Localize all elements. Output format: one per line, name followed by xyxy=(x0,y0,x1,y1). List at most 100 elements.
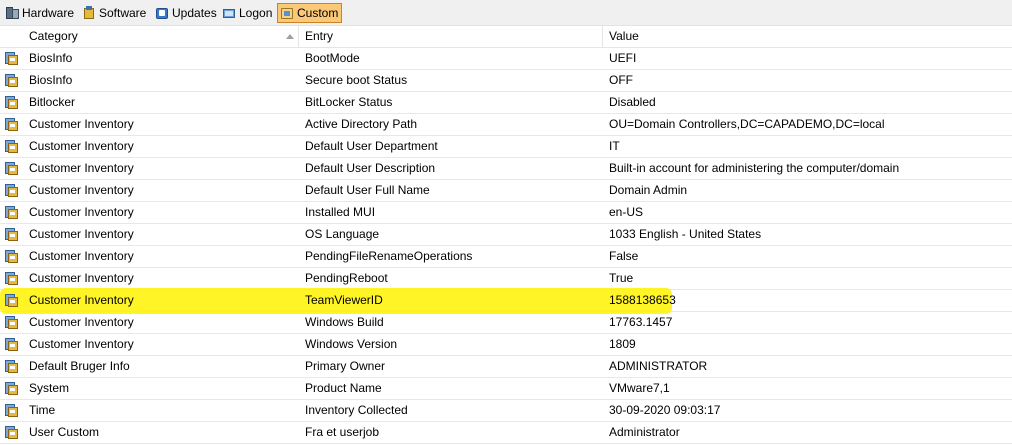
custom-inventory-icon xyxy=(4,51,19,66)
custom-inventory-icon xyxy=(4,95,19,110)
custom-inventory-icon xyxy=(4,315,19,330)
row-entry: BitLocker Status xyxy=(305,95,393,109)
column-header-entry-label: Entry xyxy=(305,29,334,43)
row-entry: Secure boot Status xyxy=(305,73,408,87)
custom-inventory-icon xyxy=(4,425,19,440)
table-row[interactable]: Customer Inventory Default User Full Name… xyxy=(0,180,1012,202)
row-value: OU=Domain Controllers,DC=CAPADEMO,DC=loc… xyxy=(609,117,885,131)
software-icon xyxy=(82,6,96,20)
custom-inventory-icon xyxy=(4,139,19,154)
column-header-category-label: Category xyxy=(29,29,78,43)
custom-inventory-icon xyxy=(4,117,19,132)
table-row[interactable]: Customer Inventory Default User Departmen… xyxy=(0,136,1012,158)
row-entry: Fra et userjob xyxy=(305,425,380,439)
custom-inventory-icon xyxy=(4,403,19,418)
custom-inventory-icon xyxy=(4,161,19,176)
column-header-entry[interactable]: Entry xyxy=(299,26,603,47)
custom-inventory-icon xyxy=(4,271,19,286)
row-entry: Product Name xyxy=(305,381,382,395)
row-category: Customer Inventory xyxy=(29,205,134,219)
hardware-icon xyxy=(5,6,19,20)
table-row[interactable]: Time Inventory Collected 30-09-2020 09:03:… xyxy=(0,400,1012,422)
row-entry: Primary Owner xyxy=(305,359,386,373)
updates-icon xyxy=(155,6,169,20)
inventory-table-body: BiosInfo BootMode UEFI BiosInfo Secure boot … xyxy=(0,48,1012,444)
row-entry: Default User Full Name xyxy=(305,183,430,197)
row-entry: Windows Build xyxy=(305,315,384,329)
table-row[interactable]: Customer Inventory Default User Descripti… xyxy=(0,158,1012,180)
row-entry: PendingReboot xyxy=(305,271,388,285)
table-row[interactable]: Customer Inventory Windows Version 1809 xyxy=(0,334,1012,356)
table-row[interactable]: Bitlocker BitLocker Status Disabled xyxy=(0,92,1012,114)
row-entry: BootMode xyxy=(305,51,360,65)
row-value: Domain Admin xyxy=(609,183,688,197)
row-entry: OS Language xyxy=(305,227,380,241)
tab-hardware[interactable]: Hardware xyxy=(3,3,77,23)
row-entry: Inventory Collected xyxy=(305,403,408,417)
row-category: System xyxy=(29,381,70,395)
row-value: False xyxy=(609,249,639,263)
row-category: Customer Inventory xyxy=(29,139,134,153)
row-category: Customer Inventory xyxy=(29,271,134,285)
tab-custom[interactable]: Custom xyxy=(277,3,343,23)
column-header-value-label: Value xyxy=(609,29,639,43)
row-category: Customer Inventory xyxy=(29,117,134,131)
table-row[interactable]: Default Bruger Info Primary Owner ADMINIST… xyxy=(0,356,1012,378)
table-row[interactable]: Customer Inventory OS Language 1033 Englis… xyxy=(0,224,1012,246)
row-entry: Active Directory Path xyxy=(305,117,418,131)
row-value: 30-09-2020 09:03:17 xyxy=(609,403,721,417)
row-category: Customer Inventory xyxy=(29,337,134,351)
tab-logon[interactable]: Logon xyxy=(220,3,275,23)
table-row[interactable]: Customer Inventory Windows Build 17763.145… xyxy=(0,312,1012,334)
table-row[interactable]: User Custom Fra et userjob Administrator xyxy=(0,422,1012,444)
tab-updates[interactable]: Updates xyxy=(153,3,220,23)
row-entry: TeamViewerID xyxy=(305,293,383,307)
row-category: Customer Inventory xyxy=(29,249,134,263)
row-value: Disabled xyxy=(609,95,656,109)
row-entry: Default User Description xyxy=(305,161,436,175)
row-value: Built-in account for administering the c… xyxy=(609,161,900,175)
row-category: Customer Inventory xyxy=(29,315,134,329)
column-header-category[interactable]: Category xyxy=(23,26,299,47)
custom-inventory-icon xyxy=(4,381,19,396)
custom-inventory-icon xyxy=(4,293,19,308)
table-row[interactable]: System Product Name VMware7,1 xyxy=(0,378,1012,400)
row-category: Default Bruger Info xyxy=(29,359,130,373)
row-category: Customer Inventory xyxy=(29,161,134,175)
table-row[interactable]: Customer Inventory TeamViewerID 1588138653 xyxy=(0,288,1012,314)
tab-software[interactable]: Software xyxy=(80,3,149,23)
table-row[interactable]: Customer Inventory Installed MUI en-US xyxy=(0,202,1012,224)
table-row[interactable]: BiosInfo Secure boot Status OFF xyxy=(0,70,1012,92)
custom-inventory-icon xyxy=(4,227,19,242)
tab-updates-label: Updates xyxy=(172,6,217,20)
column-header-value[interactable]: Value xyxy=(603,26,1012,47)
row-category: Time xyxy=(29,403,56,417)
row-value: 1588138653 xyxy=(609,293,676,307)
custom-inventory-icon xyxy=(4,359,19,374)
custom-inventory-icon xyxy=(4,205,19,220)
row-value: Administrator xyxy=(609,425,680,439)
custom-inventory-icon xyxy=(4,183,19,198)
row-category: Customer Inventory xyxy=(29,183,134,197)
row-value: ADMINISTRATOR xyxy=(609,359,708,373)
table-row[interactable]: Customer Inventory Active Directory Path O… xyxy=(0,114,1012,136)
row-entry: Default User Department xyxy=(305,139,438,153)
row-entry: Windows Version xyxy=(305,337,398,351)
row-value: VMware7,1 xyxy=(609,381,670,395)
row-category: Bitlocker xyxy=(29,95,76,109)
row-value: IT xyxy=(609,139,620,153)
row-category: Customer Inventory xyxy=(29,293,134,307)
custom-icon xyxy=(280,6,294,20)
tab-software-label: Software xyxy=(99,6,147,20)
tab-custom-label: Custom xyxy=(297,6,339,20)
row-value: 1809 xyxy=(609,337,636,351)
row-value: 1033 English - United States xyxy=(609,227,762,241)
custom-inventory-icon xyxy=(4,73,19,88)
table-header: Category Entry Value xyxy=(0,26,1012,48)
table-row[interactable]: Customer Inventory PendingReboot True xyxy=(0,268,1012,290)
sort-ascending-icon xyxy=(286,34,294,39)
table-row[interactable]: Customer Inventory PendingFileRenameOpera… xyxy=(0,246,1012,268)
row-category: BiosInfo xyxy=(29,73,73,87)
row-value: 17763.1457 xyxy=(609,315,673,329)
table-row[interactable]: BiosInfo BootMode UEFI xyxy=(0,48,1012,70)
